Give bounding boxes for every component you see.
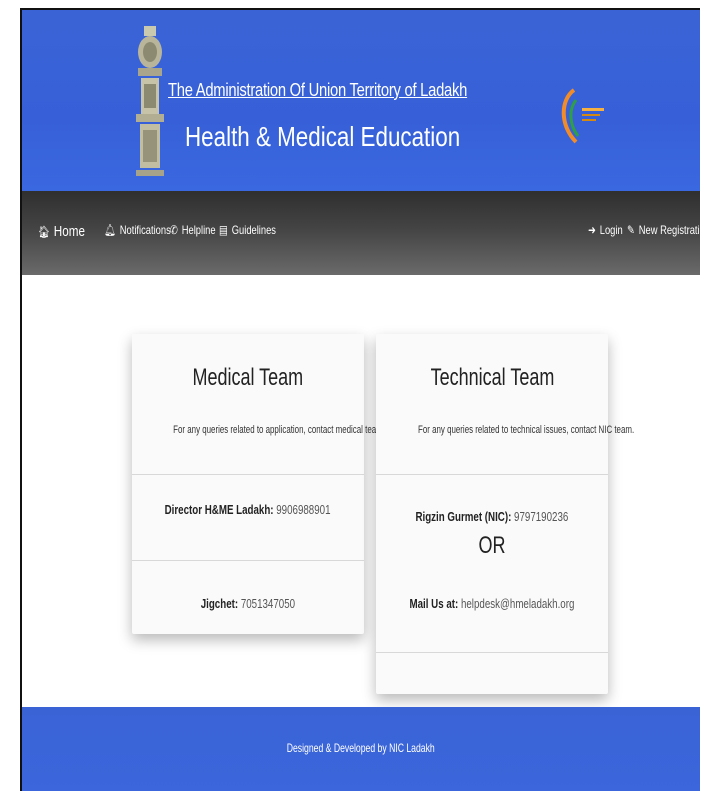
nav-helpline[interactable]: ✆ Helpline	[170, 223, 216, 237]
mail-label: Mail Us at:	[409, 596, 459, 611]
nav-login[interactable]: ➜ Login	[588, 223, 623, 237]
nav-guidelines[interactable]: ▤ Guidelines	[219, 223, 276, 237]
helpdesk-email-link[interactable]: helpdesk@hmeladakh.org	[461, 596, 574, 611]
site-footer: Designed & Developed by NIC Ladakh	[22, 707, 700, 791]
helpline-content: Medical Team For any queries related to …	[22, 275, 700, 707]
nav-login-label: Login	[599, 223, 623, 237]
technical-team-subtitle: For any queries related to technical iss…	[418, 424, 635, 436]
phone-icon: ✆	[170, 223, 178, 237]
nav-new-registration-label: New Registration	[638, 223, 700, 237]
medical-team-title: Medical Team	[192, 364, 304, 391]
page-frame: The Administration Of Union Territory of…	[20, 8, 700, 791]
nav-helpline-label: Helpline	[181, 223, 216, 237]
edit-icon: ✎	[627, 223, 635, 237]
contact-phone[interactable]: 9797190236	[514, 509, 568, 524]
national-emblem-icon	[136, 26, 164, 176]
nav-home-label: Home	[53, 223, 85, 240]
main-navbar: 🏠︎ Home 🔔︎ Notifications ✆ Helpline ▤ Gu…	[22, 191, 700, 275]
contact-name: Director H&ME Ladakh:	[165, 502, 274, 517]
mail-contact: Mail Us at: helpdesk@hmeladakh.org	[376, 596, 608, 611]
nav-guidelines-label: Guidelines	[231, 223, 276, 237]
digital-india-logo-icon	[561, 88, 604, 144]
director-contact: Director H&ME Ladakh: 9906988901	[132, 502, 364, 517]
contact-phone[interactable]: 9906988901	[277, 502, 331, 517]
contact-phone[interactable]: 7051347050	[241, 596, 295, 611]
divider	[132, 560, 364, 561]
technical-team-card: Technical Team For any queries related t…	[376, 334, 635, 694]
divider	[132, 474, 364, 475]
footer-credit: Designed & Developed by NIC Ladakh	[287, 741, 435, 755]
contact-name: Jigchet:	[200, 596, 239, 611]
site-header: The Administration Of Union Territory of…	[22, 10, 700, 191]
home-icon: 🏠︎	[38, 224, 50, 239]
divider	[376, 474, 608, 475]
nic-contact: Rigzin Gurmet (NIC): 9797190236	[376, 509, 608, 524]
nav-notifications[interactable]: 🔔︎ Notifications	[104, 223, 171, 237]
or-separator: OR	[478, 532, 506, 559]
nav-notifications-label: Notifications	[119, 223, 171, 237]
bell-icon: 🔔︎	[104, 223, 116, 237]
department-title: Health & Medical Education	[185, 121, 461, 152]
contact-name: Rigzin Gurmet (NIC):	[415, 509, 512, 524]
divider	[376, 652, 608, 653]
jigchet-contact: Jigchet: 7051347050	[132, 596, 364, 611]
nav-new-registration[interactable]: ✎ New Registration	[627, 223, 700, 237]
admin-title: The Administration Of Union Territory of…	[168, 80, 468, 100]
book-icon: ▤	[219, 223, 228, 237]
medical-team-card: Medical Team For any queries related to …	[132, 334, 385, 634]
medical-team-subtitle: For any queries related to application, …	[173, 424, 385, 436]
nav-home[interactable]: 🏠︎ Home	[38, 223, 85, 240]
login-icon: ➜	[588, 223, 596, 237]
technical-team-title: Technical Team	[430, 364, 554, 391]
